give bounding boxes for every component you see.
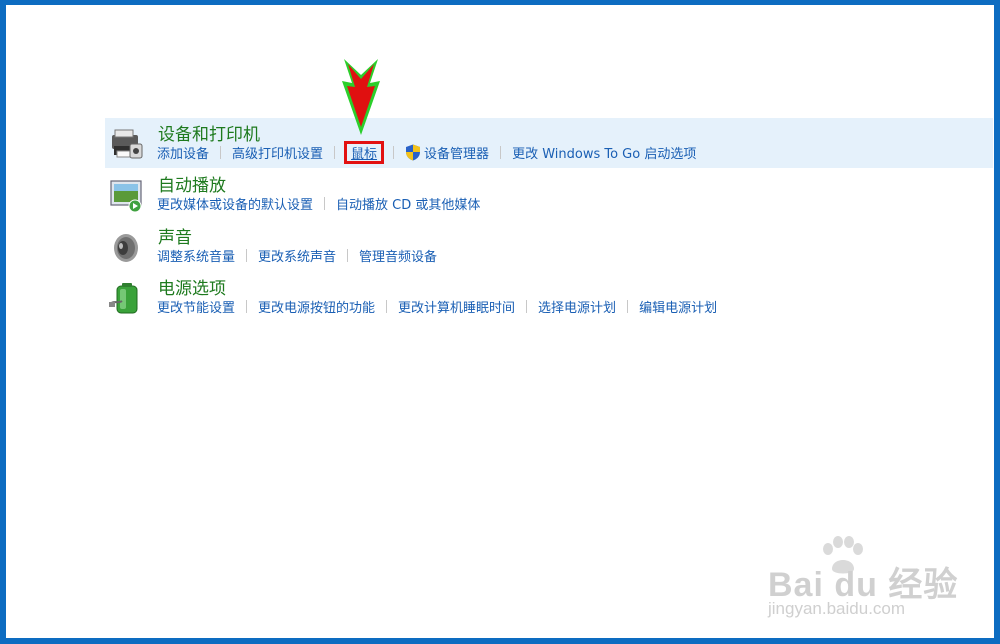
speaker-icon[interactable] — [108, 229, 144, 265]
link-separator — [500, 145, 502, 159]
change-power-buttons-link[interactable]: 更改电源按钮的功能 — [258, 297, 375, 316]
link-separator — [526, 299, 528, 313]
annotation-arrow-icon — [342, 59, 380, 135]
section-sound: 声音 调整系统音量 更改系统声音 管理音频设备 — [105, 221, 993, 271]
device-manager-label: 设备管理器 — [424, 146, 490, 162]
watermark: Bai du 经验 jingyan.baidu.com — [760, 535, 957, 625]
link-separator — [334, 145, 336, 159]
section-power: 电源选项 更改节能设置 更改电源按钮的功能 更改计算机睡眠时间 选择电源计划 编… — [105, 272, 993, 322]
edit-power-plan-link[interactable]: 编辑电源计划 — [639, 297, 717, 316]
autoplay-icon[interactable] — [108, 177, 144, 213]
printer-icon[interactable] — [108, 126, 144, 162]
links-devices-printers: 添加设备 高级打印机设置 鼠标 设备管理器 更改 Windows To Go 启… — [157, 140, 696, 164]
section-title-autoplay[interactable]: 自动播放 — [158, 171, 226, 196]
watermark-url-text: jingyan.baidu.com — [768, 599, 906, 618]
device-manager-link[interactable]: 设备管理器 — [405, 143, 489, 162]
link-separator — [347, 248, 349, 262]
advanced-printer-settings-link[interactable]: 高级打印机设置 — [232, 143, 323, 162]
adjust-volume-link[interactable]: 调整系统音量 — [157, 246, 235, 265]
windows-to-go-link[interactable]: 更改 Windows To Go 启动选项 — [512, 143, 696, 162]
change-sleep-time-link[interactable]: 更改计算机睡眠时间 — [398, 297, 515, 316]
change-power-saving-link[interactable]: 更改节能设置 — [157, 297, 235, 316]
add-device-link[interactable]: 添加设备 — [157, 143, 209, 162]
battery-icon[interactable] — [108, 280, 144, 316]
mouse-link[interactable]: 鼠标 — [351, 146, 377, 163]
section-title-sound[interactable]: 声音 — [158, 223, 192, 248]
link-separator — [324, 196, 326, 210]
uac-shield-icon — [406, 144, 421, 160]
section-autoplay: 自动播放 更改媒体或设备的默认设置 自动播放 CD 或其他媒体 — [105, 169, 993, 219]
choose-power-plan-link[interactable]: 选择电源计划 — [538, 297, 616, 316]
link-separator — [246, 248, 248, 262]
change-media-defaults-link[interactable]: 更改媒体或设备的默认设置 — [157, 194, 313, 213]
link-separator — [386, 299, 388, 313]
links-sound: 调整系统音量 更改系统声音 管理音频设备 — [157, 246, 437, 265]
change-system-sounds-link[interactable]: 更改系统声音 — [258, 246, 336, 265]
section-title-power[interactable]: 电源选项 — [158, 274, 226, 299]
link-separator — [220, 145, 222, 159]
section-devices-printers: 设备和打印机 添加设备 高级打印机设置 鼠标 设备管理器 更改 Windows … — [105, 118, 993, 168]
manage-audio-devices-link[interactable]: 管理音频设备 — [359, 246, 437, 265]
link-separator — [627, 299, 629, 313]
mouse-link-highlight: 鼠标 — [344, 140, 385, 164]
link-separator — [393, 145, 395, 159]
section-title-devices-printers[interactable]: 设备和打印机 — [158, 120, 260, 145]
link-separator — [246, 299, 248, 313]
links-power: 更改节能设置 更改电源按钮的功能 更改计算机睡眠时间 选择电源计划 编辑电源计划 — [157, 297, 717, 316]
autoplay-cd-link[interactable]: 自动播放 CD 或其他媒体 — [336, 194, 480, 213]
links-autoplay: 更改媒体或设备的默认设置 自动播放 CD 或其他媒体 — [157, 194, 480, 213]
